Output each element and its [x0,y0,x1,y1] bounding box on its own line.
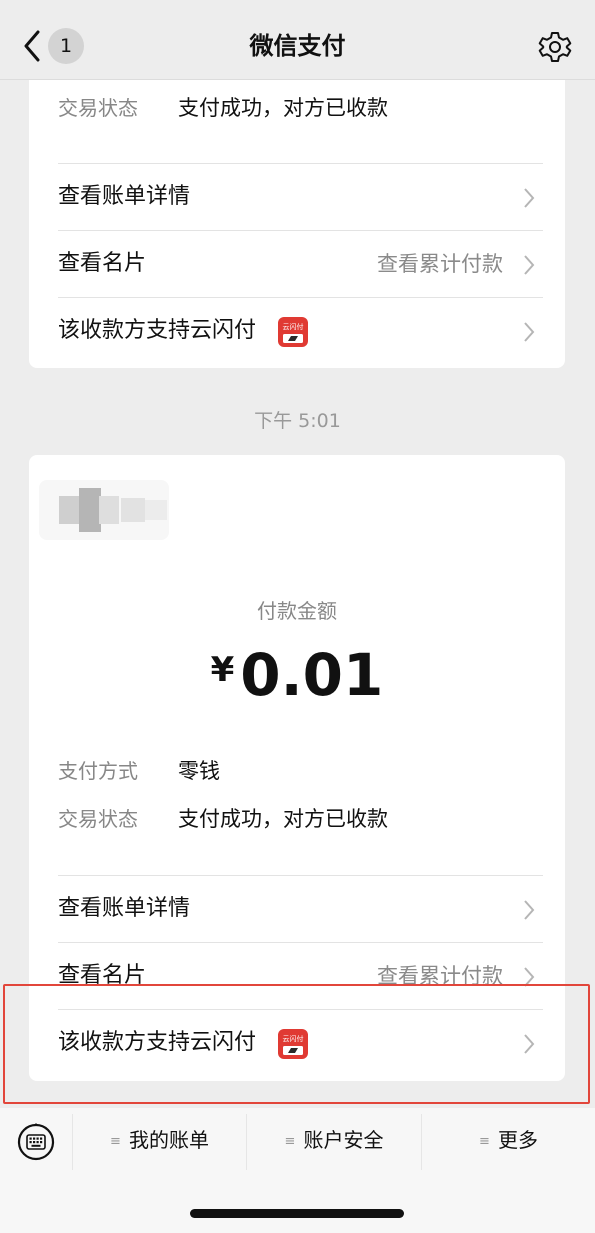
chevron-right-icon [524,967,535,987]
yunshanfu-logo-icon: 云闪付 [278,317,308,347]
payment-method-value: 零钱 [178,759,220,783]
message-timestamp: 下午 5:01 [254,410,341,432]
transaction-card-previous: 交易状态 支付成功，对方已收款 查看账单详情 查看名片 查看累计付款 该收款方支持… [29,50,565,368]
menu-more[interactable]: ≡ 更多 [422,1108,595,1172]
cumulative-payment-link[interactable]: 查看累计付款 [377,943,503,1009]
currency-symbol: ¥ [210,650,235,690]
gear-icon[interactable] [538,30,572,64]
menu-account-security[interactable]: ≡ 账户安全 [247,1108,421,1172]
home-indicator[interactable] [190,1209,404,1218]
menu-more-label: 更多 [497,1128,538,1152]
yunshanfu-label: 该收款方支持云闪付 [58,1030,257,1055]
amount-value: 0.01 [240,641,384,709]
transaction-card: 付款金额 ¥0.01 支付方式 零钱 交易状态 支付成功，对方已收款 查看账单详情 … [29,455,565,1081]
menu-account-security-label: 账户安全 [303,1128,384,1152]
view-card-row[interactable]: 查看名片 查看累计付款 [29,231,565,297]
cumulative-payment-link[interactable]: 查看累计付款 [377,231,503,297]
bill-detail-label: 查看账单详情 [58,896,191,921]
payment-amount: ¥0.01 [29,640,565,710]
status-label: 交易状态 [58,96,138,120]
status-row: 交易状态 支付成功，对方已收款 [58,88,388,128]
unread-count-badge[interactable]: 1 [48,28,84,64]
chevron-left-icon[interactable] [22,30,42,62]
chevron-right-icon [524,322,535,342]
chevron-right-icon [524,1034,535,1054]
wechat-pay-screen: 交易状态 支付成功，对方已收款 查看账单详情 查看名片 查看累计付款 该收款方支持… [0,0,595,1233]
bill-detail-row[interactable]: 查看账单详情 [29,876,565,942]
status-row: 交易状态 支付成功，对方已收款 [58,799,388,839]
svg-text:云闪付: 云闪付 [283,1034,304,1043]
keyboard-icon[interactable] [16,1122,56,1162]
status-value: 支付成功，对方已收款 [178,96,388,120]
status-label: 交易状态 [58,807,138,831]
payment-method-row: 支付方式 零钱 [58,751,220,791]
chevron-right-icon [524,900,535,920]
page-title: 微信支付 [249,32,346,60]
navigation-bar: 1 微信支付 [0,0,595,80]
payment-method-label: 支付方式 [58,759,138,783]
view-card-label: 查看名片 [58,251,147,276]
view-card-row[interactable]: 查看名片 查看累计付款 [29,943,565,1009]
bill-detail-row[interactable]: 查看账单详情 [29,164,565,230]
chevron-right-icon [524,188,535,208]
menu-my-bills[interactable]: ≡ 我的账单 [73,1108,246,1172]
status-value: 支付成功，对方已收款 [178,807,388,831]
menu-my-bills-label: 我的账单 [128,1128,209,1152]
chevron-right-icon [524,255,535,275]
bill-detail-label: 查看账单详情 [58,184,191,209]
view-card-label: 查看名片 [58,963,147,988]
merchant-avatar [39,480,169,540]
yunshanfu-label: 该收款方支持云闪付 [58,318,257,343]
amount-label: 付款金额 [257,599,337,623]
yunshanfu-logo-icon: 云闪付 [278,1029,308,1059]
yunshanfu-row[interactable]: 该收款方支持云闪付 云闪付 [29,298,565,364]
svg-text:云闪付: 云闪付 [283,322,304,331]
yunshanfu-row[interactable]: 该收款方支持云闪付 云闪付 [29,1010,565,1076]
